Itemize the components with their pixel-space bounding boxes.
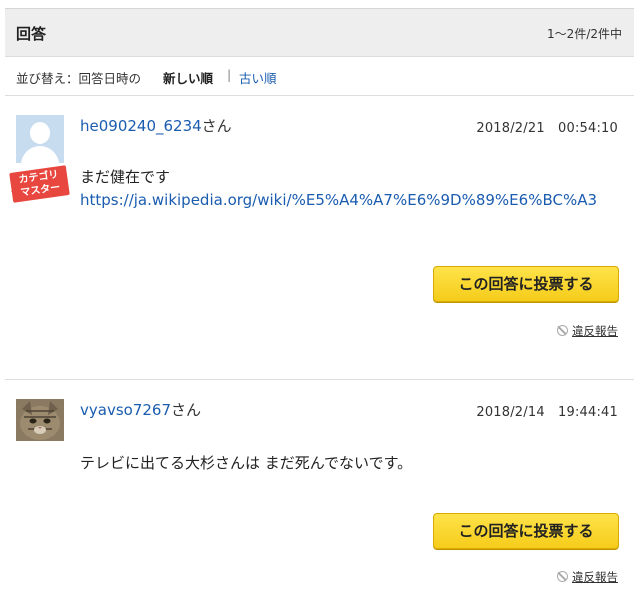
answer-link[interactable]: https://ja.wikipedia.org/wiki/%E5%A4%A7%… (80, 190, 608, 210)
avatar-head-shape (30, 122, 50, 144)
username: vyavso7267さん (80, 399, 201, 420)
avatar[interactable] (16, 399, 64, 441)
sort-oldest-link[interactable]: 古い順 (239, 68, 277, 87)
sort-separator: | (227, 67, 232, 82)
answer-item: vyavso7267さん 2018/2/14 19:44:41 テレビに出てる大… (5, 381, 634, 595)
username-suffix: さん (201, 117, 232, 135)
answer-item: カテゴリ マスター he090240_6234さん 2018/2/21 00:5… (5, 97, 634, 380)
avatar-body-shape (21, 146, 59, 163)
sort-newest-current: 新しい順 (163, 71, 214, 86)
answer-datetime: 2018/2/21 00:54:10 (476, 121, 618, 136)
result-count: 1〜2件/2件中 (547, 27, 622, 41)
category-master-badge: カテゴリ マスター (9, 165, 70, 203)
answer-datetime: 2018/2/14 19:44:41 (476, 405, 618, 420)
username-link[interactable]: he090240_6234 (80, 117, 202, 135)
answers-header: 回答 1〜2件/2件中 (5, 8, 634, 57)
report-label: 違反報告 (572, 324, 618, 338)
username: he090240_6234さん (80, 115, 232, 136)
answer-text: まだ健在です (80, 168, 171, 186)
avatar[interactable] (16, 115, 64, 163)
report-link[interactable]: 違反報告 (557, 569, 618, 585)
report-label: 違反報告 (572, 570, 618, 584)
report-link[interactable]: 違反報告 (557, 323, 618, 339)
vote-button[interactable]: この回答に投票する (433, 513, 619, 549)
sort-bar: 並び替え：回答日時の 新しい順 | 古い順 (5, 58, 634, 96)
sort-label: 並び替え：回答日時の (16, 71, 142, 86)
section-title: 回答 (16, 25, 47, 43)
vote-button[interactable]: この回答に投票する (433, 266, 619, 302)
ban-icon (557, 571, 568, 582)
answer-text: テレビに出てる大杉さんは まだ死んでないです。 (80, 454, 413, 472)
ban-icon (557, 325, 568, 336)
username-link[interactable]: vyavso7267 (80, 401, 171, 419)
username-suffix: さん (171, 401, 202, 419)
cat-photo-icon (16, 399, 64, 441)
